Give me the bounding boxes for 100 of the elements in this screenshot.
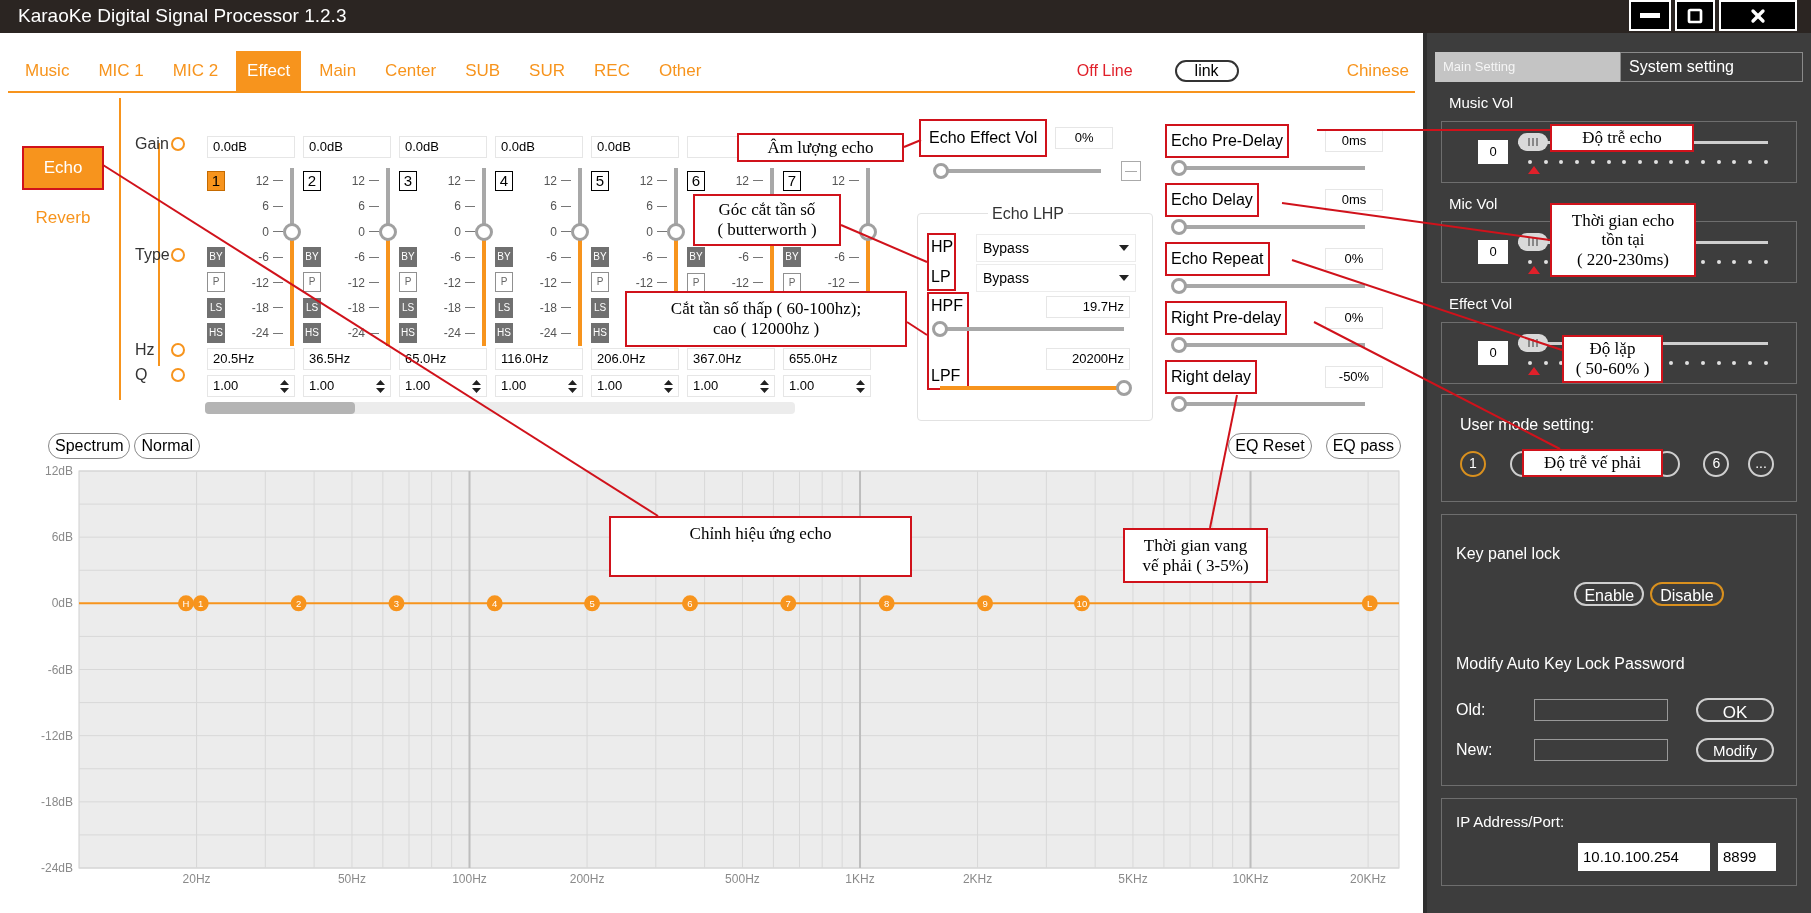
new-password-field[interactable] [1534,738,1668,761]
settings-tab[interactable]: System setting [1620,52,1803,82]
q-spinbox[interactable]: 1.00 [783,375,871,397]
filter-type-toggle[interactable]: LS [495,297,513,318]
spinner-arrows-icon[interactable] [280,379,289,393]
band-number[interactable]: 5 [591,170,609,191]
close-button[interactable] [1719,0,1797,31]
band-number[interactable]: 2 [303,170,321,191]
gain-field[interactable]: 0.0dB [591,136,679,158]
port-field[interactable]: 8899 [1718,843,1776,871]
slider-thumb[interactable] [1171,337,1187,353]
slider-thumb[interactable] [1171,278,1187,294]
gain-slider-thumb[interactable] [667,222,685,241]
filter-type-toggle[interactable]: P [495,272,513,293]
q-spinbox[interactable]: 1.00 [399,375,487,397]
spinner-arrows-icon[interactable] [376,379,385,393]
q-spinbox[interactable]: 1.00 [495,375,583,397]
filter-type-toggle[interactable]: BY [495,247,513,267]
frequency-field[interactable]: 206.0Hz [591,348,679,370]
preset-button[interactable]: 1 [1460,450,1486,477]
filter-type-toggle[interactable]: BY [399,247,417,267]
filter-type-toggle[interactable]: BY [303,247,321,267]
delay-value[interactable]: 0% [1325,248,1383,270]
lpf-value[interactable]: 20200Hz [1046,348,1130,370]
old-password-field[interactable] [1534,698,1668,721]
collapse-button[interactable] [1121,161,1141,181]
minimize-button[interactable] [1629,0,1671,31]
filter-type-toggle[interactable]: LS [207,297,225,318]
spinner-arrows-icon[interactable] [664,379,673,393]
filter-select[interactable]: Bypass [976,234,1136,262]
slider-thumb[interactable] [1171,396,1187,412]
q-spinbox[interactable]: 1.00 [303,375,391,397]
preset-button[interactable]: ... [1747,450,1774,477]
spinner-arrows-icon[interactable] [856,379,865,393]
slider-thumb[interactable] [933,163,949,179]
volume-value-field[interactable]: 0 [1478,340,1508,365]
slider-thumb[interactable] [1116,380,1132,396]
filter-type-toggle[interactable]: P [399,272,417,293]
gain-slider-thumb[interactable] [379,222,397,241]
lock-option-button[interactable]: Enable [1574,581,1645,606]
spinner-arrows-icon[interactable] [472,379,481,393]
filter-type-toggle[interactable]: HS [591,323,609,344]
volume-slider-thumb[interactable] [1518,132,1548,151]
q-spinbox[interactable]: 1.00 [591,375,679,397]
volume-value-field[interactable]: 0 [1478,240,1508,264]
frequency-field[interactable]: 116.0Hz [495,348,583,370]
filter-type-toggle[interactable]: P [303,272,321,293]
q-spinbox[interactable]: 1.00 [207,375,295,397]
delay-value[interactable]: 0% [1325,307,1383,329]
band-number[interactable]: 1 [207,170,225,191]
filter-select[interactable]: Bypass [976,264,1136,292]
slider-thumb[interactable] [1171,160,1187,176]
lock-option-button[interactable]: Disable [1650,581,1724,606]
preset-button[interactable]: 6 [1703,450,1730,477]
maximize-button[interactable] [1675,0,1715,31]
delay-value[interactable]: 0ms [1325,189,1383,211]
spinner-arrows-icon[interactable] [760,379,769,393]
frequency-field[interactable]: 655.0Hz [783,348,871,370]
gain-slider-thumb[interactable] [571,222,589,241]
filter-type-toggle[interactable]: BY [687,247,705,268]
q-spinbox[interactable]: 1.00 [687,375,775,397]
gain-field[interactable]: 0.0dB [207,136,295,158]
gain-field[interactable]: 0.0dB [495,136,583,158]
gain-field[interactable]: 0.0dB [303,136,391,158]
filter-type-toggle[interactable]: HS [495,323,513,344]
ip-address-field[interactable]: 10.10.100.254 [1578,843,1710,871]
band-number[interactable]: 3 [399,170,417,191]
band-number[interactable]: 6 [687,170,705,191]
band-number[interactable]: 7 [783,170,801,191]
echo-vol-value[interactable]: 0% [1055,127,1114,149]
filter-type-toggle[interactable]: HS [399,323,417,344]
modify-button[interactable]: Modify [1696,737,1774,762]
horizontal-scrollbar[interactable] [205,402,795,414]
ok-button[interactable]: OK [1696,697,1774,722]
filter-type-toggle[interactable]: BY [783,247,801,268]
frequency-field[interactable]: 367.0Hz [687,348,775,370]
filter-type-toggle[interactable]: LS [303,297,321,318]
filter-type-toggle[interactable]: LS [399,297,417,318]
frequency-field[interactable]: 20.5Hz [207,348,295,370]
filter-type-toggle[interactable]: LS [591,297,609,318]
filter-type-toggle[interactable]: BY [207,247,225,267]
delay-value[interactable]: 0ms [1325,130,1383,152]
band-number[interactable]: 4 [495,170,513,191]
slider-thumb[interactable] [932,321,948,337]
filter-type-toggle[interactable]: HS [303,323,321,344]
link-button[interactable]: link [1174,60,1239,82]
spinner-arrows-icon[interactable] [568,379,577,393]
filter-type-toggle[interactable]: HS [207,323,225,344]
hpf-value[interactable]: 19.7Hz [1046,296,1130,318]
volume-value-field[interactable]: 0 [1478,139,1508,164]
frequency-field[interactable]: 36.5Hz [303,348,391,370]
filter-type-toggle[interactable]: BY [591,247,609,267]
filter-type-toggle[interactable]: P [591,272,609,293]
filter-type-toggle[interactable]: P [783,272,801,293]
slider-thumb[interactable] [1171,219,1187,235]
filter-type-toggle[interactable]: P [687,272,705,293]
delay-value[interactable]: -50% [1325,366,1383,388]
gain-slider-thumb[interactable] [283,222,301,241]
gain-slider-thumb[interactable] [475,222,493,241]
filter-type-toggle[interactable]: P [207,272,225,293]
